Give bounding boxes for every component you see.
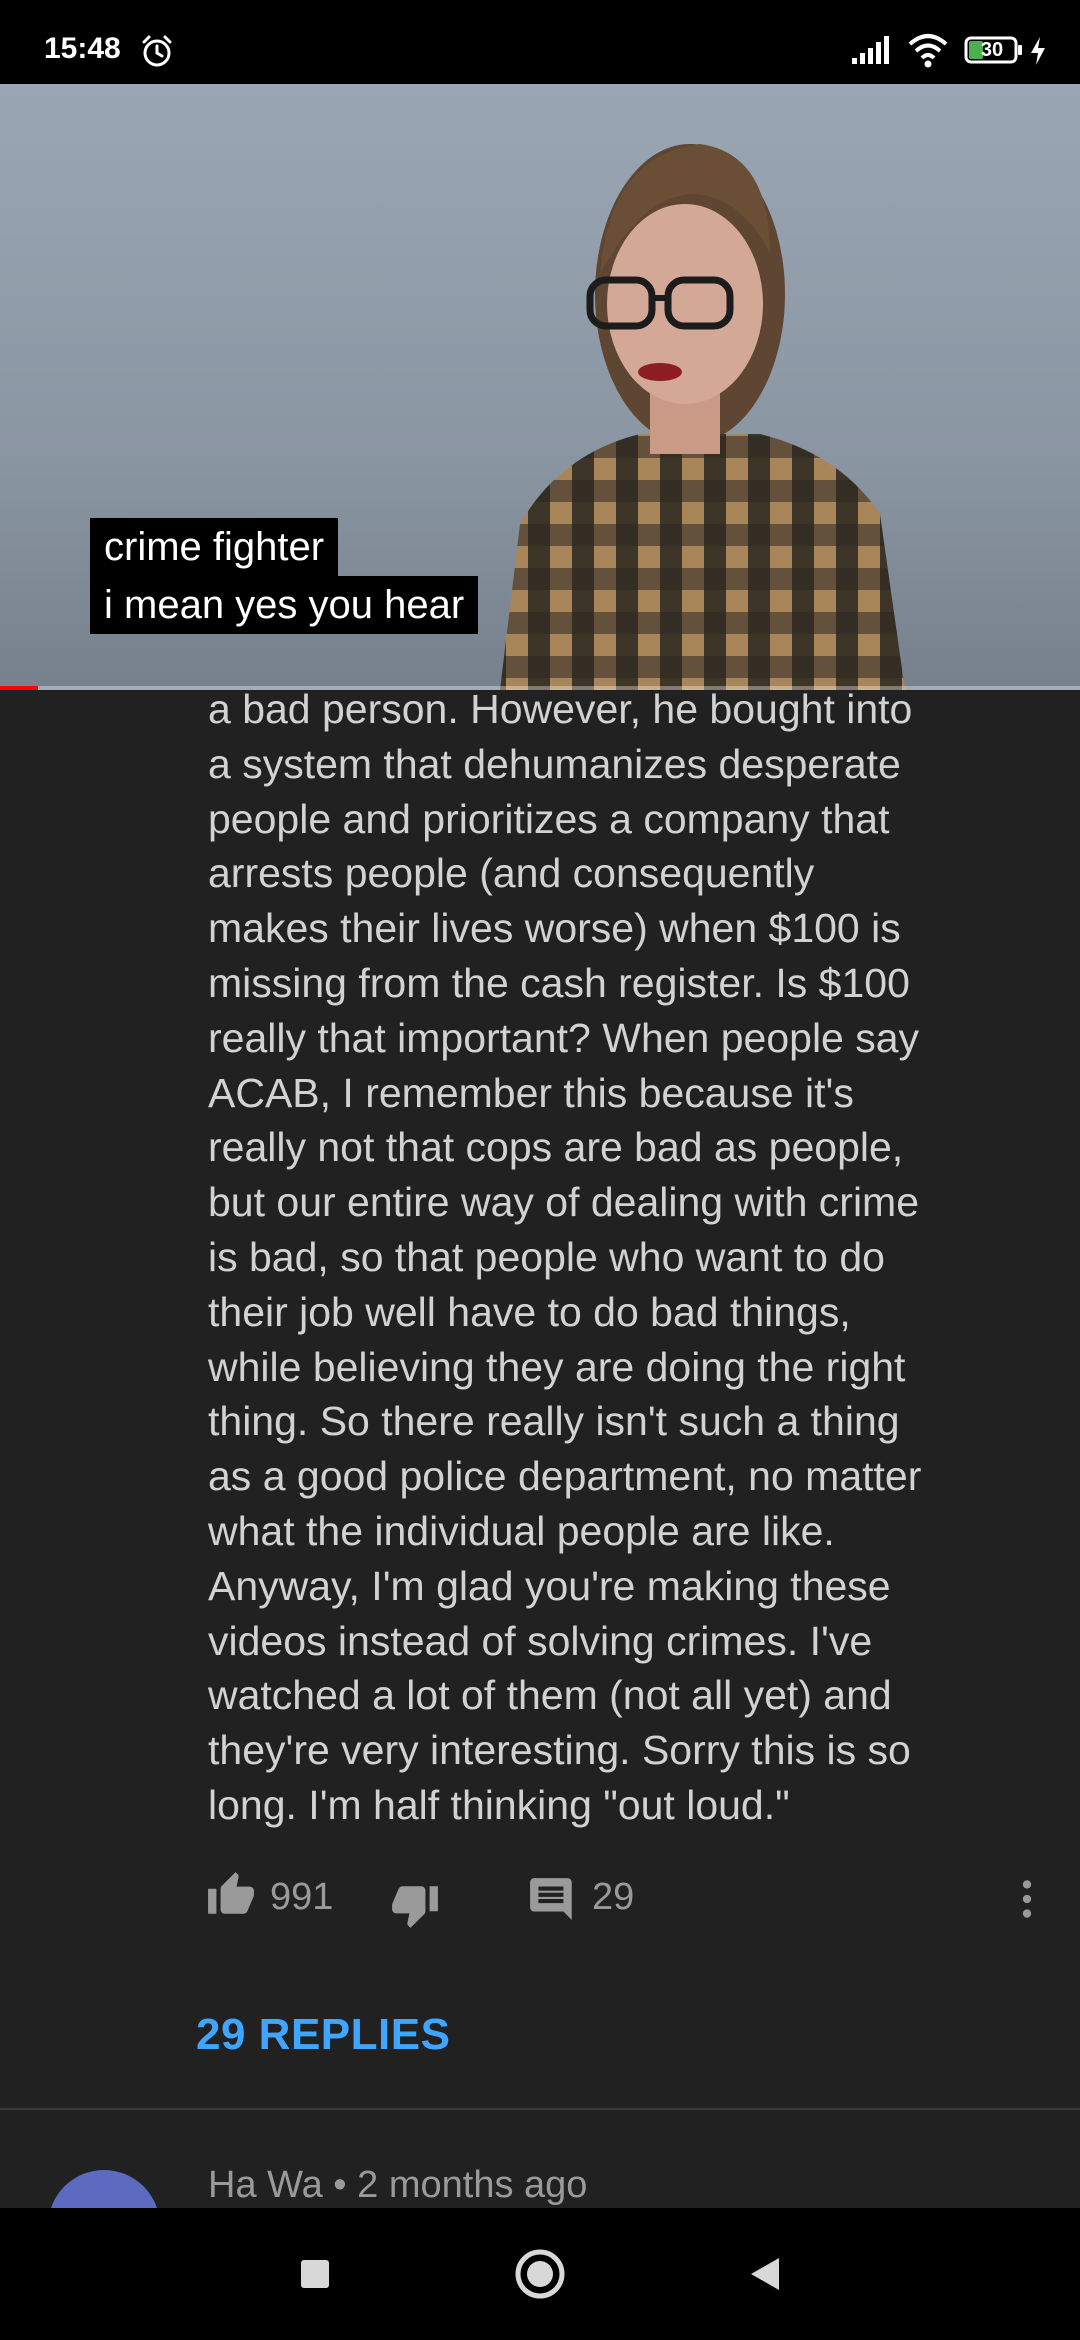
wifi-icon	[908, 34, 948, 68]
thumb-down-icon[interactable]	[390, 1880, 440, 1930]
caption-line: crime fighter	[90, 518, 339, 576]
thumb-up-icon[interactable]	[206, 1870, 256, 1920]
comment-actions: 991 29	[0, 1870, 1080, 1950]
screen: 15:48 30 crime fighter i mean yes you he…	[0, 0, 1080, 2340]
next-comment-header: Ha Wa • 2 months ago	[208, 2164, 588, 2206]
status-time: 15:48	[44, 32, 121, 65]
signal-icon	[852, 36, 889, 64]
replies-button[interactable]: 29 REPLIES	[196, 2010, 450, 2060]
more-vert-icon[interactable]	[1002, 1874, 1052, 1924]
nav-bar	[0, 2208, 1080, 2340]
status-bar: 15:48 30	[0, 0, 1080, 84]
charging-icon	[1031, 37, 1045, 65]
progress-fill	[0, 686, 38, 690]
home-circle-icon[interactable]	[510, 2244, 570, 2304]
recents-square-icon[interactable]	[285, 2244, 345, 2304]
reply-count: 29	[592, 1876, 635, 1918]
divider	[0, 2108, 1080, 2110]
like-count: 991	[270, 1876, 334, 1918]
reply-icon[interactable]	[528, 1874, 578, 1924]
alarm-icon	[142, 35, 172, 67]
video-player[interactable]: crime fighter i mean yes you hear	[0, 84, 1080, 690]
caption-box: crime fighter i mean yes you hear	[90, 518, 479, 634]
comment-text: a bad person. However, he bought into a …	[208, 686, 922, 1828]
caption-line: i mean yes you hear	[90, 576, 479, 634]
battery-level: 30	[980, 39, 1004, 61]
back-triangle-icon[interactable]	[735, 2244, 795, 2304]
